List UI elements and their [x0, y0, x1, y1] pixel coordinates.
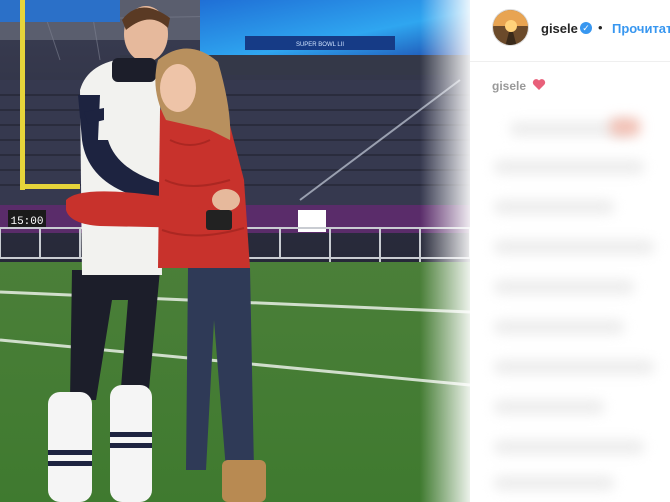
blurred-comment	[494, 280, 634, 294]
blurred-comment	[494, 440, 644, 454]
verified-badge-icon: ✓	[580, 22, 592, 34]
avatar[interactable]	[492, 9, 529, 46]
blurred-comment	[494, 160, 644, 174]
blurred-comment	[494, 320, 624, 334]
scoreboard-time: 15:00	[10, 216, 43, 228]
heart-emoji-icon	[532, 79, 546, 90]
banner-text: SUPER BOWL LII	[296, 42, 344, 48]
photo-illustration: SUPER BOWL LII 15:00	[0, 0, 470, 502]
post-photo[interactable]: SUPER BOWL LII 15:00	[0, 0, 470, 502]
follow-button[interactable]: Прочитать	[612, 21, 670, 36]
separator-dot: •	[598, 20, 603, 35]
blurred-comment	[494, 360, 654, 374]
blurred-comment	[610, 118, 640, 136]
blurred-comment	[494, 200, 614, 214]
blurred-comment	[494, 240, 654, 254]
post-side-panel: gisele ✓ • Прочитать gisele	[470, 0, 670, 502]
blurred-comment	[494, 476, 614, 490]
blurred-comment	[494, 400, 604, 414]
avatar-image	[493, 10, 528, 45]
username-link[interactable]: gisele	[541, 21, 578, 36]
post-header: gisele ✓ • Прочитать	[470, 0, 670, 62]
caption-username[interactable]: gisele	[492, 79, 526, 93]
